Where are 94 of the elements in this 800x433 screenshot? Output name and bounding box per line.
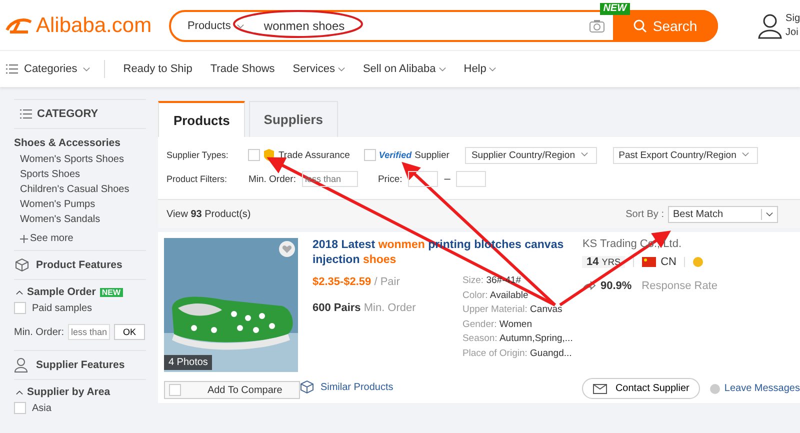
- compare-label[interactable]: Add To Compare: [207, 384, 282, 396]
- checkbox-label: Asia: [32, 402, 52, 414]
- account-link[interactable]: Joi: [786, 26, 800, 40]
- logo-icon: [4, 16, 34, 36]
- min-order-field[interactable]: less than: [68, 324, 110, 340]
- categories-menu[interactable]: Categories: [24, 63, 90, 75]
- years-badge: 14 YRS: [582, 256, 625, 268]
- price-min-field[interactable]: [408, 171, 438, 187]
- section-title: Sample Order: [27, 286, 96, 298]
- field-label: Min. Order:: [248, 174, 296, 184]
- flag-icon: [642, 257, 656, 267]
- chevron-icon: [489, 66, 496, 72]
- verified-mark: Verified: [378, 150, 412, 160]
- chevron-icon: [438, 66, 446, 72]
- photo-count: 4 Photos: [164, 355, 212, 370]
- min-order-quantity: 600 Pairs: [312, 302, 361, 314]
- section-title: Product Features: [36, 259, 122, 271]
- spec-line: Color: Available: [462, 288, 530, 302]
- scope-dropdown[interactable]: Products: [171, 20, 254, 32]
- search-icon: [632, 19, 647, 33]
- leave-messages-link[interactable]: Leave Messages: [724, 383, 800, 394]
- price-unit: / Pair: [374, 276, 400, 288]
- plus-icon: [20, 234, 28, 242]
- checkbox[interactable]: [14, 302, 26, 314]
- sort-label: Sort By :: [626, 208, 664, 220]
- spec-line: Place of Origin: Guangd...: [462, 346, 573, 360]
- category-title[interactable]: Shoes & Accessories: [14, 137, 146, 149]
- compare-button[interactable]: Add To Compare: [164, 381, 300, 399]
- see-more-link[interactable]: See more: [30, 231, 74, 246]
- spec-line: Gender: Women: [462, 318, 533, 332]
- person-icon: [14, 357, 30, 373]
- chevron-icon: [742, 152, 750, 158]
- checkbox-label: Supplier: [414, 150, 450, 160]
- mail-icon: [593, 384, 608, 394]
- result-count: View 93 Product(s): [166, 208, 251, 220]
- collapse-icon[interactable]: [16, 290, 23, 294]
- tab[interactable]: Products: [158, 101, 245, 137]
- filter-label: Supplier Types:: [166, 150, 230, 160]
- category-link[interactable]: Children's Casual Shoes: [14, 182, 146, 197]
- spec-line: Upper Material: Canvas: [462, 303, 564, 317]
- response-rate: 90.9%: [600, 280, 632, 292]
- new-badge: NEW: [600, 3, 630, 15]
- checkbox-label: Paid samples: [32, 302, 92, 314]
- nav-link[interactable]: Trade Shows: [210, 63, 275, 75]
- checkbox[interactable]: [169, 384, 182, 396]
- checkbox[interactable]: [364, 149, 376, 161]
- category-link[interactable]: Women's Pumps: [14, 197, 146, 212]
- user-icon[interactable]: [758, 13, 782, 39]
- new-badge: NEW: [100, 288, 123, 296]
- nav-link[interactable]: Sell on Alibaba: [362, 63, 446, 75]
- checkbox-label: Trade Assurance: [278, 150, 350, 160]
- chevron-icon: [766, 212, 773, 216]
- camera-icon[interactable]: [588, 19, 605, 33]
- section-title: CATEGORY: [37, 108, 98, 120]
- response-rate-label: Response Rate: [642, 280, 718, 292]
- account-link[interactable]: Sig: [786, 12, 800, 26]
- collapse-icon[interactable]: [16, 390, 23, 394]
- similar-products-link[interactable]: Similar Products: [320, 382, 394, 392]
- box-icon: [14, 257, 30, 273]
- chevron-icon: [580, 152, 588, 158]
- chevron-icon: [338, 66, 345, 72]
- range-separator: –: [444, 173, 450, 185]
- category-link[interactable]: Women's Sports Shoes: [14, 152, 146, 167]
- field-label: Min. Order:: [14, 326, 64, 338]
- sort-dropdown[interactable]: Best Match: [668, 206, 778, 222]
- price: $2.35-$2.59: [312, 276, 372, 288]
- checkbox[interactable]: [248, 149, 260, 161]
- chevron-icon: [83, 66, 90, 72]
- category-link[interactable]: Sports Shoes: [14, 167, 146, 182]
- tab[interactable]: Suppliers: [248, 101, 338, 137]
- spec-line: Season: Autumn,Spring,...: [462, 332, 573, 346]
- section-title: Supplier by Area: [27, 386, 110, 398]
- category-link[interactable]: Women's Sandals: [14, 212, 146, 227]
- reply-icon: [582, 281, 596, 291]
- shield-icon: [263, 148, 276, 162]
- region-dropdown[interactable]: Past Export Country/Region: [612, 146, 758, 164]
- field-label: Price:: [378, 174, 402, 184]
- min-order-label: Min. Order: [364, 302, 416, 314]
- cubes-icon: [300, 380, 314, 394]
- nav-link[interactable]: Ready to Ship: [123, 63, 192, 75]
- chevron-icon: [236, 24, 244, 29]
- nav-link[interactable]: Services: [292, 63, 345, 75]
- ok-button[interactable]: OK: [114, 324, 146, 340]
- section-title: Supplier Features: [36, 359, 125, 371]
- country-code: CN: [660, 256, 676, 268]
- nav-link[interactable]: Help: [464, 63, 496, 75]
- filter-label: Product Filters:: [166, 174, 228, 184]
- contact-supplier-button[interactable]: Contact Supplier: [582, 378, 700, 399]
- menu-icon[interactable]: [6, 64, 18, 74]
- list-icon: [20, 109, 32, 119]
- region-dropdown[interactable]: Supplier Country/Region: [465, 146, 597, 164]
- checkbox[interactable]: [14, 402, 26, 414]
- search-field[interactable]: wonmen shoes: [254, 19, 589, 33]
- price-max-field[interactable]: [456, 171, 486, 187]
